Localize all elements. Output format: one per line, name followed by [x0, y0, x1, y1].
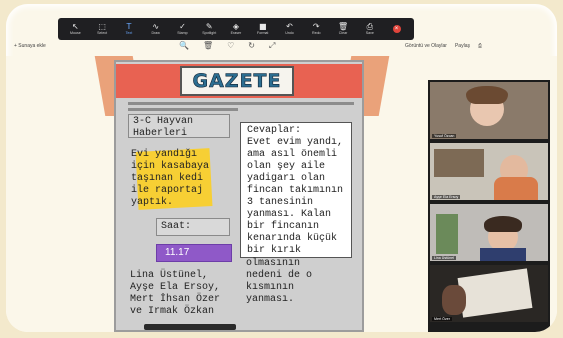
undo-icon: ↶: [286, 22, 293, 31]
tool-label: Mouse: [69, 31, 81, 35]
spotlight-icon: ✎: [205, 22, 213, 31]
answers-continued-text: olmasının nedeni de o kısmının yanması.: [246, 258, 313, 305]
clear-icon: 🗑: [337, 22, 349, 31]
tool-stamp-button[interactable]: ✓ Stamp: [169, 18, 196, 40]
tool-label: Stamp: [177, 31, 188, 35]
time-value-box[interactable]: 11.17: [156, 244, 232, 262]
tool-eraser-button[interactable]: ◈ Eraser: [223, 18, 250, 40]
answers-label: Cevaplar:: [247, 125, 302, 136]
tool-label: Spotlight: [202, 31, 217, 35]
participant-video[interactable]: Mert Özer: [430, 265, 548, 322]
tool-mouse-button[interactable]: ↖ Mouse: [62, 18, 89, 40]
participant-name: Ayşe Ela Ersoy: [432, 195, 461, 199]
tool-label: Undo: [285, 31, 294, 35]
participant-name: Lina Üstünel: [432, 256, 456, 260]
participant-hair: [484, 216, 522, 232]
participant-head: [442, 285, 466, 315]
horizontal-scrollbar[interactable]: [144, 324, 236, 330]
tool-undo-button[interactable]: ↶ Undo: [276, 18, 303, 40]
share-button[interactable]: Paylaş: [455, 43, 470, 49]
authors-textbox[interactable]: Lina Üstünel, Ayşe Ela Ersoy, Mert İhsan…: [128, 270, 240, 330]
video-gallery: Yusuf Özcan Ayşe Ela Ersoy Lina Üstünel …: [428, 80, 550, 332]
answers-text: Evet evim yandı, ama asıl önemli olan şe…: [247, 137, 344, 256]
tool-label: Save: [365, 31, 374, 35]
select-icon: ⬚: [98, 22, 106, 31]
newspaper-title: GAZETE: [180, 66, 294, 96]
tool-label: Format: [257, 31, 269, 35]
participant-shirt: [494, 177, 538, 200]
news-header-textbox[interactable]: 3-C Hayvan Haberleri: [128, 114, 230, 139]
add-page-button[interactable]: + Sunaya ekle: [14, 43, 46, 49]
whiteboard-center-tools: 🔍 🗑 ♡ ↻ ⤢: [179, 41, 275, 51]
tool-text-button[interactable]: T Text: [116, 18, 143, 40]
format-icon: ■: [258, 22, 267, 31]
participant-hair: [466, 86, 508, 104]
screenshot-frame: ↖ Mouse ⬚ Select T Text ∿ Draw ✓ Stamp ✎ Spotlight ◈…: [6, 4, 557, 332]
participant-name: Yusuf Özcan: [432, 134, 457, 138]
tool-spotlight-button[interactable]: ✎ Spotlight: [196, 18, 223, 40]
news-summary-textbox[interactable]: Evi yandığı için kasabaya taşınan kedi i…: [128, 146, 228, 208]
tool-label: Text: [125, 31, 133, 35]
stamp-icon: ✓: [179, 22, 186, 31]
expand-icon[interactable]: ⤢: [269, 41, 275, 51]
tool-format-button[interactable]: ■ Format: [249, 18, 276, 40]
close-icon: ×: [392, 25, 401, 33]
divider-line: [128, 108, 238, 111]
answers-textbox[interactable]: Cevaplar: Evet evim yandı, ama asıl önem…: [240, 122, 352, 258]
tool-label: Redo: [311, 31, 321, 35]
tool-select-button[interactable]: ⬚ Select: [89, 18, 116, 40]
participant-video[interactable]: Lina Üstünel: [430, 204, 548, 261]
text-icon: T: [126, 22, 132, 31]
bookshelf: [434, 149, 484, 177]
paper-sheet: [457, 268, 533, 318]
trash-icon[interactable]: 🗑: [203, 41, 213, 51]
heart-icon[interactable]: ♡: [227, 41, 234, 51]
tool-label: Select: [97, 31, 108, 35]
mouse-icon: ↖: [72, 22, 79, 31]
tool-save-button[interactable]: ⎙ Save: [356, 18, 383, 40]
save-icon: ⎙: [366, 22, 373, 31]
participant-video[interactable]: Yusuf Özcan: [430, 82, 548, 139]
search-icon[interactable]: 🔍: [179, 41, 189, 51]
eraser-icon: ◈: [232, 22, 240, 31]
redo-icon: ↷: [312, 22, 320, 31]
tool-label: Eraser: [230, 31, 242, 35]
newspaper-page: GAZETE 3-C Hayvan Haberleri Evi yandığı …: [114, 60, 364, 332]
draw-icon: ∿: [152, 22, 160, 31]
tool-redo-button[interactable]: ↷ Redo: [303, 18, 330, 40]
participant-shirt: [480, 248, 526, 261]
tool-label: Draw: [151, 31, 160, 35]
refresh-icon[interactable]: ↻: [248, 41, 255, 51]
tool-draw-button[interactable]: ∿ Draw: [142, 18, 169, 40]
view-events-button[interactable]: Görüntü ve Olaylar: [405, 43, 447, 49]
participant-name: Mert Özer: [432, 317, 452, 321]
divider-line: [128, 102, 354, 105]
print-icon[interactable]: ⎙: [478, 43, 482, 49]
plant: [436, 214, 458, 254]
tool-clear-button[interactable]: 🗑 Clear: [330, 18, 357, 40]
participant-video[interactable]: Ayşe Ela Ersoy: [430, 143, 548, 200]
whiteboard-right-tools: Görüntü ve Olaylar Paylaş ⎙: [405, 43, 482, 49]
close-toolbar-button[interactable]: ×: [383, 18, 410, 40]
annotation-toolbar: ↖ Mouse ⬚ Select T Text ∿ Draw ✓ Stamp ✎ Spotlight ◈…: [58, 18, 414, 40]
time-label-box[interactable]: Saat:: [156, 218, 230, 236]
whiteboard-toolbar: + Sunaya ekle 🔍 🗑 ♡ ↻ ⤢ Görüntü ve Olayl…: [6, 40, 557, 54]
tool-label: Clear: [338, 31, 348, 35]
